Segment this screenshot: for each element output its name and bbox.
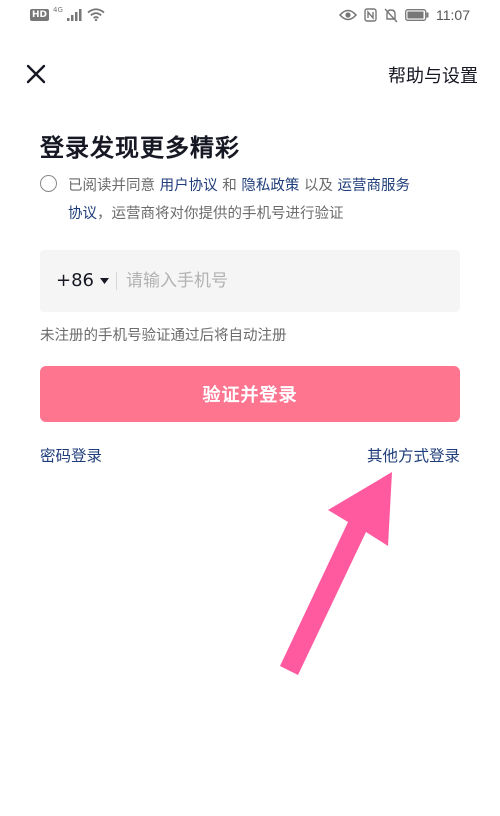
phone-input[interactable] — [122, 267, 450, 295]
agreement-text: 已阅读并同意 用户协议 和 隐私政策 以及 运营商服务协议，运营商将对你提供的手… — [68, 172, 463, 228]
status-right: 11:07 — [339, 7, 470, 23]
carrier-service-link-part1[interactable]: 运营商服务 — [338, 178, 411, 194]
agreement-and: 和 — [222, 178, 237, 194]
pointer-arrow-icon — [280, 472, 392, 675]
eye-icon — [339, 9, 357, 21]
network-type: 4G — [53, 5, 63, 14]
mute-bell-icon — [384, 8, 398, 22]
status-left: HD 4G — [30, 5, 105, 21]
close-icon — [26, 64, 46, 84]
status-time: 11:07 — [436, 7, 470, 23]
agreement-radio[interactable] — [40, 175, 57, 192]
other-login-link[interactable]: 其他方式登录 — [367, 444, 460, 466]
carrier-service-link-part2[interactable]: 协议 — [68, 206, 97, 222]
close-button[interactable] — [22, 60, 50, 88]
agreement-prefix: 已阅读并同意 — [68, 178, 155, 194]
password-login-link[interactable]: 密码登录 — [40, 444, 102, 466]
field-divider — [116, 272, 117, 290]
country-code: +86 — [56, 270, 94, 291]
agreement-and2: 以及 — [303, 178, 333, 194]
page-title: 登录发现更多精彩 — [40, 134, 240, 162]
help-settings-link[interactable]: 帮助与设置 — [388, 62, 478, 88]
phone-field: +86 — [40, 250, 460, 312]
battery — [405, 9, 429, 21]
battery-icon — [405, 9, 429, 21]
auto-register-hint: 未注册的手机号验证通过后将自动注册 — [40, 328, 287, 344]
country-code-selector[interactable]: +86 — [56, 270, 109, 291]
verify-login-button[interactable]: 验证并登录 — [40, 366, 460, 422]
caret-down-icon — [100, 277, 109, 284]
nfc-icon — [364, 8, 377, 22]
privacy-policy-link[interactable]: 隐私政策 — [241, 178, 299, 194]
wifi-icon — [87, 8, 105, 21]
user-agreement-link[interactable]: 用户协议 — [160, 178, 218, 194]
status-bar: HD 4G 11:07 — [0, 0, 500, 32]
signal-icon — [66, 8, 82, 21]
hd-badge: HD — [30, 8, 50, 21]
agreement-suffix: ，运营商将对你提供的手机号进行验证 — [97, 206, 344, 222]
